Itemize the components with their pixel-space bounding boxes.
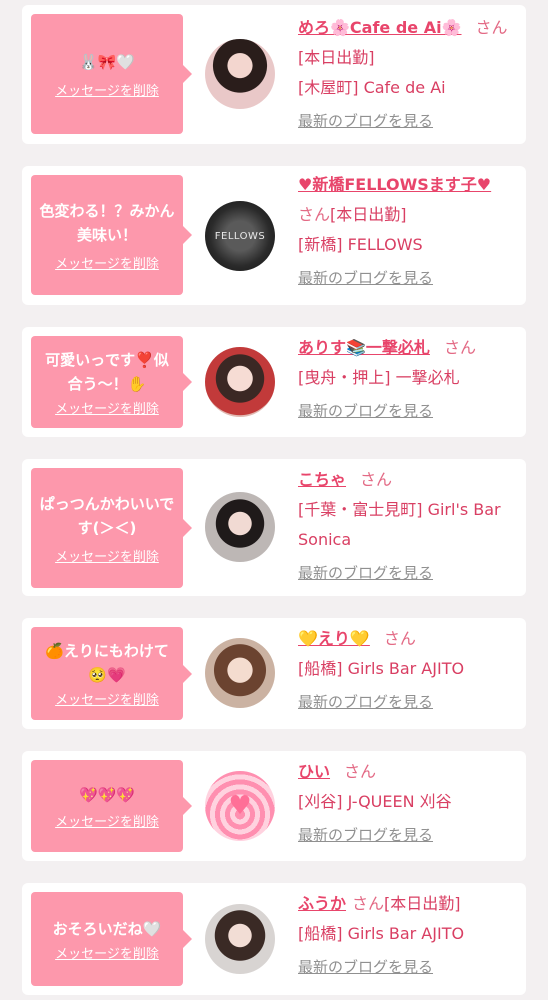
avatar[interactable] xyxy=(205,39,275,109)
message-bubble: おそろいだね🤍 メッセージを削除 xyxy=(31,892,192,986)
message-text: ぱっつんかわいいです(＞＜) xyxy=(39,494,175,537)
delete-message-link[interactable]: メッセージを削除 xyxy=(55,811,159,830)
latest-blog-link[interactable]: 最新のブログを見る xyxy=(298,687,523,717)
status-line: [本日出勤] xyxy=(384,894,461,913)
message-card: 可愛いっです❣️似合う〜！✋ メッセージを削除 ありす📚一撃必札 さん [曳舟・押… xyxy=(22,327,526,437)
avatar[interactable] xyxy=(205,492,275,562)
delete-message-link[interactable]: メッセージを削除 xyxy=(55,253,159,272)
latest-blog-link[interactable]: 最新のブログを見る xyxy=(298,820,523,850)
message-card: 🍊えりにもわけて🥺💗 メッセージを削除 💛えり💛 さん [船橋] Girls Ba… xyxy=(22,618,526,729)
latest-blog-link[interactable]: 最新のブログを見る xyxy=(298,106,523,136)
shop-line: [千葉・富士見町] Girl's Bar xyxy=(298,500,501,519)
status-line: [本日出勤] xyxy=(298,48,375,67)
sender-name[interactable]: ひい xyxy=(298,762,330,781)
shop-line: [新橋] FELLOWS xyxy=(298,235,423,254)
message-bubble: ぱっつんかわいいです(＞＜) メッセージを削除 xyxy=(31,468,192,588)
honorific: さん xyxy=(360,470,393,489)
avatar[interactable] xyxy=(205,904,275,974)
shop-line: [船橋] Girls Bar AJITO xyxy=(298,924,465,943)
message-bubble: 🐰🎀🤍 メッセージを削除 xyxy=(31,14,192,134)
latest-blog-link[interactable]: 最新のブログを見る xyxy=(298,952,523,982)
shop-line: [曳舟・押上] 一撃必札 xyxy=(298,368,460,387)
avatar[interactable]: FELLOWS xyxy=(205,201,275,271)
message-bubble: 💖💖💖 メッセージを削除 xyxy=(31,760,192,852)
sender-name[interactable]: めろ🌸Cafe de Ai🌸 xyxy=(298,18,462,37)
latest-blog-link[interactable]: 最新のブログを見る xyxy=(298,396,523,426)
message-card: 🐰🎀🤍 メッセージを削除 めろ🌸Cafe de Ai🌸 さん [本日出勤] [木屋… xyxy=(22,5,526,144)
delete-message-link[interactable]: メッセージを削除 xyxy=(55,398,159,417)
message-text: 💖💖💖 xyxy=(78,785,136,804)
shop-line: [船橋] Girls Bar AJITO xyxy=(298,659,465,678)
sender-name[interactable]: ♥新橋FELLOWSます子♥ xyxy=(298,175,491,194)
honorific: さん xyxy=(352,894,385,913)
delete-message-link[interactable]: メッセージを削除 xyxy=(55,546,159,565)
message-bubble: 🍊えりにもわけて🥺💗 メッセージを削除 xyxy=(31,627,192,720)
sender-name[interactable]: 💛えり💛 xyxy=(298,629,370,648)
avatar-logo-text: FELLOWS xyxy=(214,230,266,242)
sender-name[interactable]: ありす📚一撃必札 xyxy=(298,338,430,357)
status-line: [本日出勤] xyxy=(330,205,407,224)
message-text: 色変わる！？みかん美味い！ xyxy=(39,201,175,244)
honorific: さん xyxy=(383,629,416,648)
heart-icon: ♥ xyxy=(228,791,252,821)
delete-message-link[interactable]: メッセージを削除 xyxy=(55,80,159,99)
delete-message-link[interactable]: メッセージを削除 xyxy=(55,689,159,708)
shop-line: [木屋町] Cafe de Ai xyxy=(298,78,446,97)
honorific: さん xyxy=(475,18,508,37)
honorific: さん xyxy=(344,762,377,781)
honorific: さん xyxy=(298,205,331,224)
message-feed: 🐰🎀🤍 メッセージを削除 めろ🌸Cafe de Ai🌸 さん [本日出勤] [木屋… xyxy=(0,0,548,1000)
avatar[interactable] xyxy=(205,347,275,417)
honorific: さん xyxy=(443,338,476,357)
avatar[interactable] xyxy=(205,638,275,708)
message-text: 🐰🎀🤍 xyxy=(78,52,136,71)
shop-line: [刈谷] J-QUEEN 刈谷 xyxy=(298,792,452,811)
message-bubble: 色変わる！？みかん美味い！ メッセージを削除 xyxy=(31,175,192,295)
sender-name[interactable]: こちゃ xyxy=(298,470,346,489)
latest-blog-link[interactable]: 最新のブログを見る xyxy=(298,558,523,588)
message-card: おそろいだね🤍 メッセージを削除 ふうか さん[本日出勤] [船橋] Girls … xyxy=(22,883,526,995)
avatar[interactable]: ♥ xyxy=(205,771,275,841)
latest-blog-link[interactable]: 最新のブログを見る xyxy=(298,263,523,293)
message-text: おそろいだね🤍 xyxy=(52,919,162,938)
shop-line: Sonica xyxy=(298,530,352,549)
message-text: 🍊えりにもわけて🥺💗 xyxy=(45,642,169,684)
message-bubble: 可愛いっです❣️似合う〜！✋ メッセージを削除 xyxy=(31,336,192,428)
message-card: 色変わる！？みかん美味い！ メッセージを削除 FELLOWS ♥新橋FELLOW… xyxy=(22,166,526,305)
message-text: 可愛いっです❣️似合う〜！✋ xyxy=(45,350,169,393)
sender-name[interactable]: ふうか xyxy=(298,894,346,913)
message-card: 💖💖💖 メッセージを削除 ♥ ひい さん [刈谷] J-QUEEN 刈谷 最新のブ… xyxy=(22,751,526,861)
message-card: ぱっつんかわいいです(＞＜) メッセージを削除 こちゃ さん [千葉・富士見町] … xyxy=(22,459,526,596)
delete-message-link[interactable]: メッセージを削除 xyxy=(55,943,159,962)
